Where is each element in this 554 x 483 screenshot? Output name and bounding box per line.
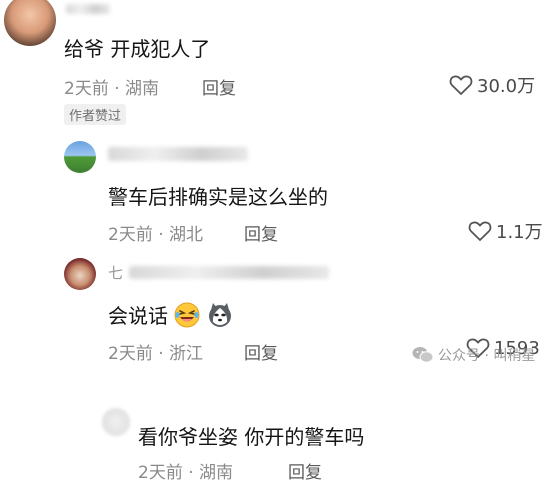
comment-text: 看你爷坐姿 你开的警车吗 [138, 425, 365, 449]
username[interactable]: 七 [108, 262, 330, 283]
wechat-icon [412, 347, 434, 363]
author-liked-badge: 作者赞过 [64, 104, 127, 125]
username-redacted[interactable] [66, 4, 110, 14]
reply-button[interactable]: 回复 [244, 220, 278, 245]
heart-icon [468, 221, 492, 241]
watermark-text: 公众号 · 叫稍星 [438, 348, 536, 364]
husky-dog-emoji-icon [208, 303, 231, 327]
comment-time-location: 2天前 · 湖南 [64, 79, 160, 99]
heart-icon [449, 75, 473, 95]
avatar[interactable] [102, 408, 130, 436]
comment-text: 会说话 [108, 300, 233, 329]
reply-button[interactable]: 回复 [202, 74, 236, 99]
avatar[interactable] [64, 141, 96, 173]
avatar[interactable] [64, 258, 96, 290]
comment-text: 给爷 开成犯人了 [64, 37, 211, 61]
avatar[interactable] [4, 0, 56, 46]
like-count: 30.0万 [477, 76, 536, 97]
comment-time-location: 2天前 · 浙江 [108, 344, 204, 364]
comment-text: 警车后排确实是这么坐的 [108, 185, 328, 209]
reply-button[interactable]: 回复 [288, 458, 322, 483]
comment-time-location: 2天前 · 湖北 [108, 225, 204, 245]
watermark: 公众号 · 叫稍星 [412, 345, 535, 365]
reply-button[interactable]: 回复 [244, 339, 278, 364]
laughing-tears-emoji-icon [174, 302, 200, 328]
comment-time-location: 2天前 · 湖南 [138, 463, 234, 483]
username-redacted[interactable] [108, 147, 248, 161]
like-button[interactable]: 1.1万 [468, 218, 543, 244]
like-count: 1.1万 [496, 222, 543, 243]
like-button[interactable]: 30.0万 [449, 72, 535, 98]
